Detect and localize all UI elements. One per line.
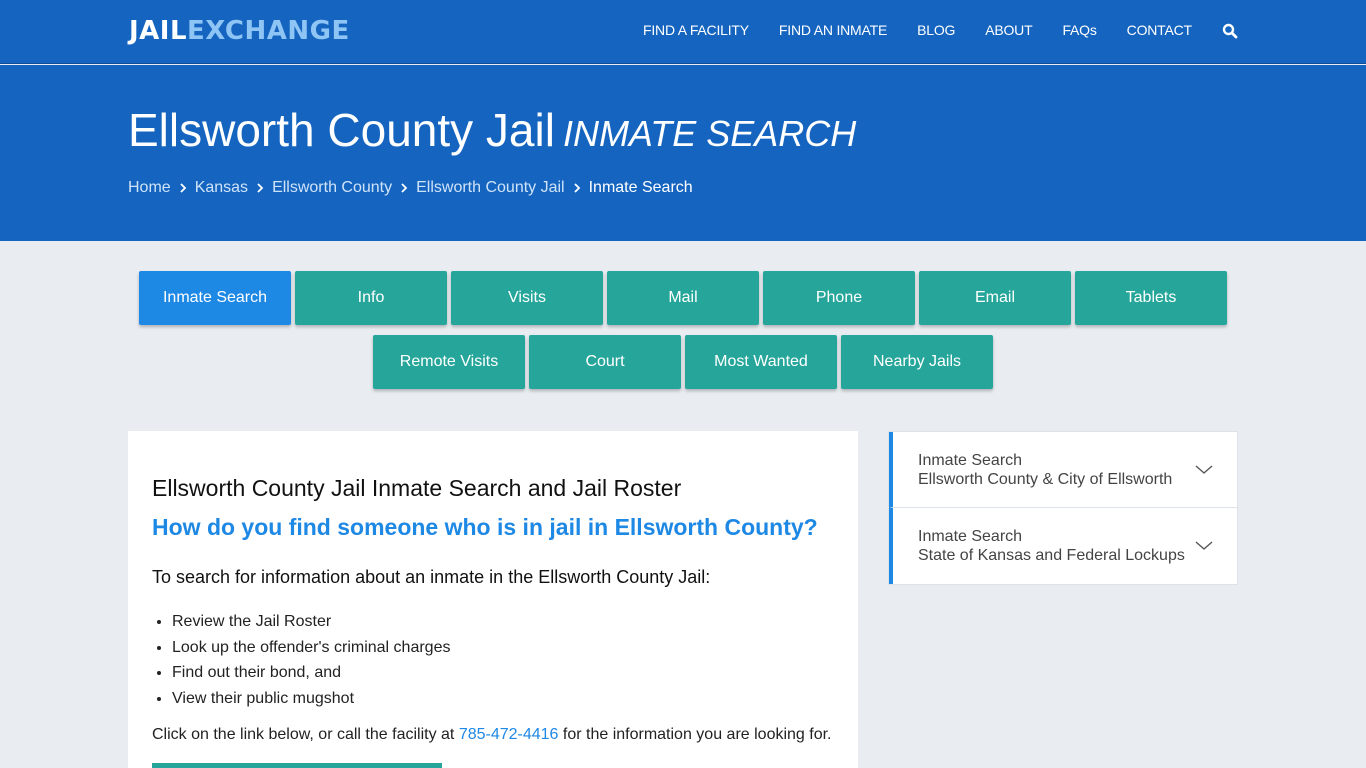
search-steps-list: Review the Jail Roster Look up the offen… (172, 609, 450, 711)
tab-mail[interactable]: Mail (607, 271, 759, 325)
list-item: Find out their bond, and (172, 660, 450, 686)
nav-contact[interactable]: CONTACT (1127, 22, 1192, 38)
list-item: View their public mugshot (172, 686, 450, 712)
accordion-subtitle: State of Kansas and Federal Lockups (918, 547, 1185, 564)
list-item: Look up the offender's criminal charges (172, 635, 450, 661)
call-text-before: Click on the link below, or call the fac… (152, 726, 459, 743)
main-content-card: Ellsworth County Jail Inmate Search and … (128, 431, 858, 768)
nav-faqs[interactable]: FAQs (1062, 22, 1096, 38)
accordion-title: Inmate Search (918, 528, 1023, 545)
page-title-main: Ellsworth County Jail (128, 104, 555, 156)
chevron-down-icon[interactable] (1195, 538, 1213, 556)
tab-visits[interactable]: Visits (451, 271, 603, 325)
section-question: How do you find someone who is in jail i… (152, 514, 818, 540)
tabs-row-1: Inmate Search Info Visits Mail Phone Ema… (0, 271, 1366, 325)
search-icon[interactable] (1222, 23, 1238, 39)
chevron-right-icon (171, 179, 195, 197)
page-title: Ellsworth County Jail Inmate Search (128, 103, 856, 157)
breadcrumb: Home Kansas Ellsworth County Ellsworth C… (128, 179, 693, 197)
accordion-county-search[interactable]: Inmate Search Ellsworth County & City of… (889, 432, 1237, 508)
sidebar-accordion: Inmate Search Ellsworth County & City of… (888, 431, 1238, 585)
section-heading: Ellsworth County Jail Inmate Search and … (152, 475, 682, 501)
tab-tablets[interactable]: Tablets (1075, 271, 1227, 325)
logo-part-exchange: EXCHANGE (187, 16, 350, 46)
tab-inmate-search[interactable]: Inmate Search (139, 271, 291, 325)
tab-nearby-jails[interactable]: Nearby Jails (841, 335, 993, 389)
breadcrumb-home[interactable]: Home (128, 179, 171, 197)
tab-court[interactable]: Court (529, 335, 681, 389)
breadcrumb-jail[interactable]: Ellsworth County Jail (416, 179, 565, 197)
nav-find-an-inmate[interactable]: FIND AN INMATE (779, 22, 887, 38)
chevron-right-icon (392, 179, 416, 197)
call-facility-text: Click on the link below, or call the fac… (152, 726, 832, 744)
breadcrumb-county[interactable]: Ellsworth County (272, 179, 392, 197)
tab-email[interactable]: Email (919, 271, 1071, 325)
call-text-after: for the information you are looking for. (558, 726, 832, 743)
breadcrumb-current: Inmate Search (588, 179, 693, 196)
accordion-subtitle: Ellsworth County & City of Ellsworth (918, 471, 1173, 488)
roster-link-button[interactable] (152, 763, 442, 768)
top-navbar: JAILEXCHANGE FIND A FACILITY FIND AN INM… (0, 0, 1366, 64)
chevron-right-icon (565, 179, 589, 197)
tab-phone[interactable]: Phone (763, 271, 915, 325)
facility-tabs: Inmate Search Info Visits Mail Phone Ema… (0, 271, 1366, 399)
page-hero: Ellsworth County Jail Inmate Search Home … (0, 65, 1366, 241)
breadcrumb-kansas[interactable]: Kansas (195, 179, 248, 197)
tab-most-wanted[interactable]: Most Wanted (685, 335, 837, 389)
logo-part-jail: JAIL (129, 16, 188, 46)
nav-about[interactable]: ABOUT (985, 22, 1032, 38)
section-lead: To search for information about an inmat… (152, 567, 711, 587)
nav-find-a-facility[interactable]: FIND A FACILITY (643, 22, 749, 38)
list-item: Review the Jail Roster (172, 609, 450, 635)
accordion-state-search[interactable]: Inmate Search State of Kansas and Federa… (889, 508, 1237, 584)
tabs-row-2: Remote Visits Court Most Wanted Nearby J… (0, 335, 1366, 389)
facility-phone-link[interactable]: 785-472-4416 (459, 726, 559, 743)
accordion-title: Inmate Search (918, 452, 1023, 469)
main-nav: FIND A FACILITY FIND AN INMATE BLOG ABOU… (643, 22, 1238, 39)
tab-info[interactable]: Info (295, 271, 447, 325)
chevron-down-icon[interactable] (1195, 462, 1213, 480)
nav-blog[interactable]: BLOG (917, 22, 955, 38)
chevron-right-icon (248, 179, 272, 197)
site-logo[interactable]: JAILEXCHANGE (129, 16, 350, 46)
page-title-subtitle: Inmate Search (562, 113, 857, 154)
tab-remote-visits[interactable]: Remote Visits (373, 335, 525, 389)
